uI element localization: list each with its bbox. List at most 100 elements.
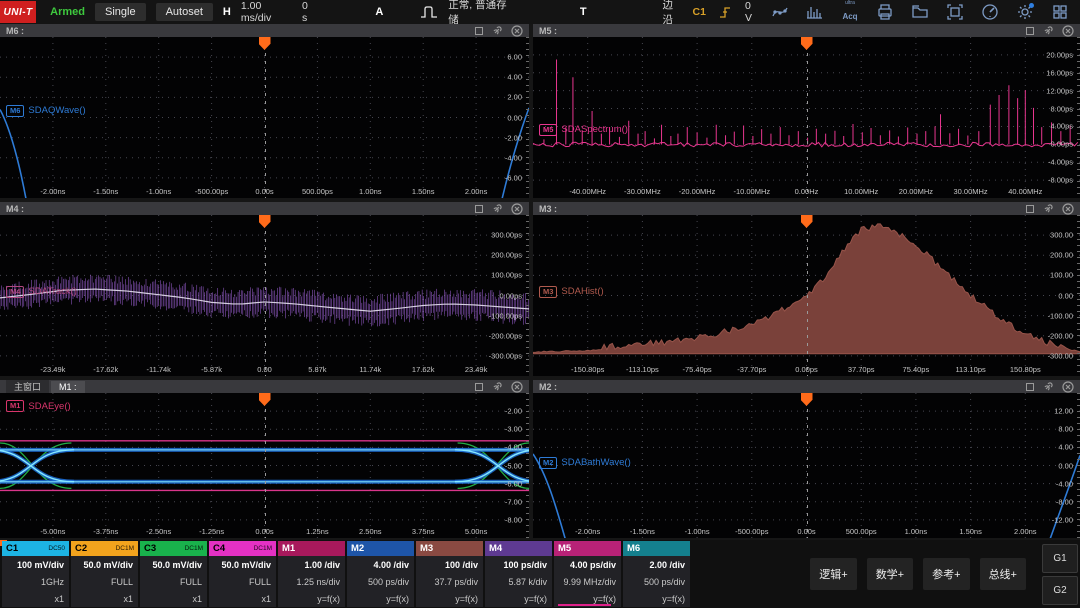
close-icon[interactable]: [511, 381, 523, 393]
panel-checkbox[interactable]: [1026, 205, 1034, 213]
trigger-position-line: [265, 393, 266, 538]
y-tick: 12.00ps: [1046, 86, 1073, 95]
channel-name: M1: [282, 543, 295, 554]
x-tick: -37.70ps: [737, 365, 766, 374]
measure-icon[interactable]: [770, 2, 790, 22]
panel-title: M3 :: [539, 204, 557, 214]
snapshot-icon[interactable]: [945, 2, 965, 22]
panel-checkbox[interactable]: [475, 205, 483, 213]
folder-icon[interactable]: [910, 2, 930, 22]
channel-setting: 50.0 mV/div: [140, 556, 207, 573]
channel-setting: 50.0 mV/div: [209, 556, 276, 573]
y-tick: 300.00: [1050, 231, 1073, 240]
channel-name: C3: [144, 543, 156, 554]
channel-c1[interactable]: C1DC50100 mV/div1GHzx1: [2, 541, 69, 607]
trace-label-m6[interactable]: M6 SDAQWave(): [6, 105, 86, 117]
x-tick: 17.62k: [412, 365, 435, 374]
waveform-area-m2[interactable]: M2 SDABathWave() -2.00ns-1.50ns-1.00ns-5…: [533, 393, 1080, 538]
y-tick: 0.00ps: [499, 291, 522, 300]
y-tick: 0.00: [1058, 291, 1073, 300]
trace-label-m5[interactable]: M5 SDASpectrum(): [539, 124, 628, 136]
apps-grid-icon[interactable]: [1050, 2, 1070, 22]
channel-m1[interactable]: M11.00 /div1.25 ns/divy=f(x): [278, 541, 345, 607]
trigger-type[interactable]: 边沿: [663, 0, 683, 27]
y-tick: -100.00: [1048, 311, 1073, 320]
edge-slope-icon[interactable]: [716, 2, 735, 22]
waveform-area-m4[interactable]: M4 SDATrack() -23.49k-17.62k-11.74k-5.87…: [0, 215, 529, 376]
waveform-area-m1[interactable]: M1 SDAEye() -5.00ns-3.75ns-2.50ns-1.25ns…: [0, 393, 529, 538]
y-tick: -8.00ps: [1048, 176, 1073, 185]
link-icon[interactable]: [491, 203, 503, 215]
trace-label-m1[interactable]: M1 SDAEye(): [6, 400, 71, 412]
trigger-level-value[interactable]: 0 V: [745, 0, 760, 24]
acq-icon[interactable]: ultraAcq: [840, 2, 860, 22]
trigger-source[interactable]: C1: [693, 6, 706, 18]
channel-c4[interactable]: C4DC1M50.0 mV/divFULLx1: [209, 541, 276, 607]
panel-m5-header[interactable]: M5 :: [533, 24, 1080, 37]
link-icon[interactable]: [491, 381, 503, 393]
group-button-g1[interactable]: G1: [1042, 544, 1078, 573]
group-button-g2[interactable]: G2: [1042, 576, 1078, 605]
y-tick: 20.00ps: [1046, 50, 1073, 59]
panel-title: M6 :: [6, 26, 24, 36]
link-icon[interactable]: [491, 25, 503, 37]
close-icon[interactable]: [511, 203, 523, 215]
panel-checkbox[interactable]: [1026, 383, 1034, 391]
link-icon[interactable]: [1042, 381, 1054, 393]
close-icon[interactable]: [511, 25, 523, 37]
single-button[interactable]: Single: [95, 3, 146, 21]
x-tick: 20.00MHz: [899, 187, 933, 196]
close-icon[interactable]: [1062, 203, 1074, 215]
channel-m6[interactable]: M62.00 /div500 ps/divy=f(x): [623, 541, 690, 607]
trace-label-m2[interactable]: M2 SDABathWave(): [539, 457, 631, 469]
channel-c3[interactable]: C3DC1M50.0 mV/divFULLx1: [140, 541, 207, 607]
panel-m3-header[interactable]: M3 :: [533, 202, 1080, 215]
settings-icon[interactable]: [1015, 2, 1035, 22]
add-button-0[interactable]: 逻辑+: [810, 558, 856, 590]
add-button-2[interactable]: 参考+: [923, 558, 969, 590]
panel-checkbox[interactable]: [475, 27, 483, 35]
add-button-3[interactable]: 总线+: [980, 558, 1026, 590]
panel-m1-header[interactable]: 主窗口 M1 :: [0, 380, 529, 393]
waveform-area-m3[interactable]: M3 SDAHist() -150.80ps-113.10ps-75.40ps-…: [533, 215, 1080, 376]
print-icon[interactable]: [875, 2, 895, 22]
dashboard-icon[interactable]: [980, 2, 1000, 22]
fft-icon[interactable]: [805, 2, 825, 22]
y-tick: -5.00: [505, 461, 522, 470]
pulse-icon: [419, 2, 438, 22]
channel-m3[interactable]: M3100 /div37.7 ps/divy=f(x): [416, 541, 483, 607]
autoset-button[interactable]: Autoset: [156, 3, 213, 21]
link-icon[interactable]: [1042, 25, 1054, 37]
channel-setting: 500 ps/div: [623, 573, 690, 590]
channel-m5[interactable]: M54.00 ps/div9.99 MHz/divy=f(x): [554, 541, 621, 607]
panel-m6-header[interactable]: M6 :: [0, 24, 529, 37]
tab-m1[interactable]: M1 :: [51, 381, 85, 393]
y-tick: 12.00: [1054, 407, 1073, 416]
waveform-area-m6[interactable]: M6 SDAQWave() -2.00ns-1.50ns-1.00ns-500.…: [0, 37, 529, 198]
panel-checkbox[interactable]: [475, 383, 483, 391]
channel-setting: 37.7 ps/div: [416, 573, 483, 590]
panel-checkbox[interactable]: [1026, 27, 1034, 35]
trace-label-m4[interactable]: M4 SDATrack(): [6, 286, 77, 298]
right-scale-ruler: [526, 215, 529, 376]
panel-m2-header[interactable]: M2 :: [533, 380, 1080, 393]
waveform-area-m5[interactable]: M5 SDASpectrum() -40.00MHz-30.00MHz-20.0…: [533, 37, 1080, 198]
channel-c2[interactable]: C2DC1M50.0 mV/divFULLx1: [71, 541, 138, 607]
add-button-1[interactable]: 数学+: [867, 558, 913, 590]
acquisition-mode[interactable]: 正常, 普通存储: [448, 0, 514, 27]
coupling-tag: DC1M: [185, 545, 203, 552]
x-tick: 10.00MHz: [844, 187, 878, 196]
channel-setting: x1: [209, 590, 276, 607]
link-icon[interactable]: [1042, 203, 1054, 215]
panel-m4-header[interactable]: M4 :: [0, 202, 529, 215]
channel-m4[interactable]: M4100 ps/div5.87 k/divy=f(x): [485, 541, 552, 607]
channel-setting: y=f(x): [347, 590, 414, 607]
timebase-value[interactable]: 1.00 ms/div: [241, 0, 292, 24]
trace-label-m3[interactable]: M3 SDAHist(): [539, 286, 604, 298]
close-icon[interactable]: [1062, 25, 1074, 37]
channel-m2[interactable]: M24.00 /div500 ps/divy=f(x): [347, 541, 414, 607]
channel-setting: y=f(x): [416, 590, 483, 607]
close-icon[interactable]: [1062, 381, 1074, 393]
horizontal-offset-value[interactable]: 0 s: [302, 0, 315, 24]
tab-main-window[interactable]: 主窗口: [6, 380, 49, 394]
